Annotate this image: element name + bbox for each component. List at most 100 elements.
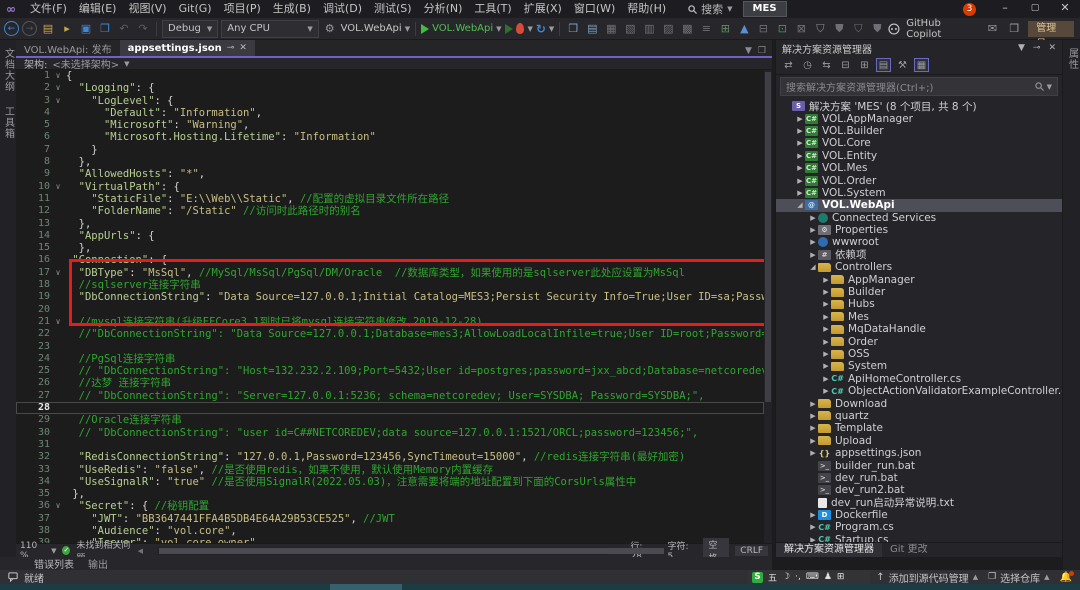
- expand-arrow-icon[interactable]: ▶: [821, 300, 831, 308]
- fold-chevron-icon[interactable]: ∨: [50, 267, 66, 279]
- close-button[interactable]: ✕: [1050, 0, 1080, 18]
- code-line-29[interactable]: 29 //Oracle连接字符串: [16, 414, 764, 426]
- code-line-9[interactable]: 9 "AllowedHosts": "*",: [16, 168, 764, 180]
- close-panel-icon[interactable]: ✕: [1048, 43, 1056, 53]
- code-line-16[interactable]: 16 "Connection": {: [16, 254, 764, 266]
- expand-arrow-icon[interactable]: ◢: [808, 263, 818, 271]
- expand-arrow-icon[interactable]: ▶: [821, 375, 831, 383]
- code-line-2[interactable]: 2∨ "Logging": {: [16, 82, 764, 94]
- code-line-26[interactable]: 26 //达梦 连接字符串: [16, 377, 764, 389]
- code-line-17[interactable]: 17∨ "DBType": "MsSql", //MySql/MsSql/PgS…: [16, 267, 764, 279]
- moon-icon[interactable]: ☽: [782, 572, 790, 582]
- code-line-13[interactable]: 13 },: [16, 218, 764, 230]
- code-line-19[interactable]: 19 "DbConnectionString": "Data Source=12…: [16, 291, 764, 303]
- collapse-all-icon[interactable]: ⊟: [838, 58, 853, 72]
- windows-taskbar[interactable]: [0, 584, 1080, 590]
- switch-views-icon[interactable]: ⇆: [819, 58, 834, 72]
- tree-item-template[interactable]: ▶Template: [776, 422, 1062, 434]
- taskbar-active-app[interactable]: [330, 584, 402, 590]
- feedback-icon[interactable]: [8, 572, 18, 582]
- expand-arrow-icon[interactable]: ▶: [808, 226, 818, 234]
- menu-item[interactable]: 视图(V): [122, 0, 172, 18]
- tree-item-mqdatahandle[interactable]: ▶MqDataHandle: [776, 323, 1062, 335]
- code-health-icon[interactable]: ✓: [62, 546, 70, 555]
- code-line-30[interactable]: 30 // "DbConnectionString": "user id=C##…: [16, 427, 764, 439]
- start-debugging-icon[interactable]: [421, 24, 429, 34]
- expand-arrow-icon[interactable]: ▶: [821, 288, 831, 296]
- tree-item-startup.cs[interactable]: ▶C#Startup.cs: [776, 534, 1062, 542]
- configuration-dropdown[interactable]: Debug ▼: [162, 20, 218, 38]
- tree-item-vol.appmanager[interactable]: ▶C#VOL.AppManager: [776, 112, 1062, 124]
- code-line-28[interactable]: 28: [16, 402, 764, 414]
- expand-arrow-icon[interactable]: ▶: [808, 424, 818, 432]
- expand-arrow-icon[interactable]: ▶: [795, 139, 805, 147]
- expand-arrow-icon[interactable]: ▶: [821, 338, 831, 346]
- code-line-10[interactable]: 10∨ "VirtualPath": {: [16, 181, 764, 193]
- navigate-forward-icon[interactable]: →: [22, 21, 37, 36]
- ime-mode-label[interactable]: 五: [768, 571, 777, 584]
- account-button[interactable]: 管理员: [1028, 21, 1074, 37]
- tree-item-builder[interactable]: ▶Builder: [776, 286, 1062, 298]
- hot-reload-icon[interactable]: [516, 23, 525, 34]
- tree-item-order[interactable]: ▶Order: [776, 335, 1062, 347]
- startup-project-label[interactable]: VOL.WebApi: [341, 23, 402, 34]
- menu-item[interactable]: 扩展(X): [518, 0, 568, 18]
- menu-item[interactable]: 工具(T): [468, 0, 517, 18]
- minimize-button[interactable]: –: [990, 0, 1020, 18]
- solution-search-input[interactable]: 搜索解决方案资源管理器(Ctrl+;) ▼: [780, 77, 1058, 96]
- expand-arrow-icon[interactable]: ▶: [808, 511, 818, 519]
- code-line-37[interactable]: 37 "JWT": "BB3647441FFA4B5DB4E64A29B53CE…: [16, 513, 764, 525]
- tree-item-controllers[interactable]: ◢Controllers: [776, 261, 1062, 273]
- code-line-21[interactable]: 21∨ //mysql连接字符串(升级EFCore3.1到时已将mysql连接字…: [16, 316, 764, 328]
- code-line-31[interactable]: 31: [16, 439, 764, 451]
- menu-item[interactable]: 项目(P): [218, 0, 267, 18]
- expand-arrow-icon[interactable]: ▶: [808, 523, 818, 531]
- code-line-18[interactable]: 18 //sqlserver连接字符串: [16, 279, 764, 291]
- maximize-button[interactable]: ▢: [1020, 0, 1050, 18]
- tree-item-mes[interactable]: ▶Mes: [776, 311, 1062, 323]
- code-line-27[interactable]: 27 // "DbConnectionString": "Server=127.…: [16, 390, 764, 402]
- cursor-icon[interactable]: ▲: [736, 21, 752, 37]
- undo-icon[interactable]: ↶: [116, 21, 132, 37]
- editor-horizontal-scrollbar[interactable]: [157, 547, 609, 555]
- tree-item-vol.entity[interactable]: ▶C#VOL.Entity: [776, 150, 1062, 162]
- expand-arrow-icon[interactable]: ▶: [808, 449, 818, 457]
- expand-arrow-icon[interactable]: ▶: [808, 400, 818, 408]
- pending-changes-filter-icon[interactable]: ◷: [800, 58, 815, 72]
- run-project-label[interactable]: VOL.WebApi: [432, 23, 493, 34]
- save-all-icon[interactable]: ❒: [97, 21, 113, 37]
- tree-item-oss[interactable]: ▶OSS: [776, 348, 1062, 360]
- send-feedback-icon[interactable]: ✉: [985, 21, 1001, 37]
- person-icon[interactable]: ♟: [824, 572, 832, 582]
- code-line-11[interactable]: 11 "StaticFile": "E:\\Web\\Static", //配置…: [16, 193, 764, 205]
- dock-tab-document-outline[interactable]: 文档大纲: [1, 48, 16, 92]
- code-line-14[interactable]: 14 "AppUrls": {: [16, 230, 764, 242]
- tree-item-vol.system[interactable]: ▶C#VOL.System: [776, 187, 1062, 199]
- code-line-5[interactable]: 5 "Microsoft": "Warning",: [16, 119, 764, 131]
- preview-selected-items-icon[interactable]: ▦: [914, 58, 929, 72]
- code-line-1[interactable]: 1∨{: [16, 70, 764, 82]
- editor-vertical-scrollbar-thumb[interactable]: [765, 72, 771, 402]
- line-indent-icon[interactable]: ≡: [698, 21, 714, 37]
- tree-item-dev-run.bat[interactable]: >_dev_run.bat: [776, 472, 1062, 484]
- dock-tab-properties[interactable]: 属性: [1065, 48, 1080, 70]
- step-over-icon[interactable]: ▥: [641, 21, 657, 37]
- menu-item[interactable]: 测试(S): [368, 0, 418, 18]
- expand-arrow-icon[interactable]: ▶: [821, 276, 831, 284]
- fold-chevron-icon[interactable]: ∨: [50, 181, 66, 193]
- tab-solution-explorer[interactable]: 解决方案资源管理器: [776, 543, 882, 557]
- dock-tab-toolbox[interactable]: 工具箱: [1, 106, 16, 139]
- properties-icon[interactable]: ⊞: [857, 58, 872, 72]
- tree-item-appsettings.json[interactable]: ▶{}appsettings.json: [776, 447, 1062, 459]
- tree-item-quartz[interactable]: ▶quartz: [776, 410, 1062, 422]
- tree-item-builder-run.bat[interactable]: >_builder_run.bat: [776, 459, 1062, 471]
- navigate-back-icon[interactable]: ←: [4, 21, 19, 36]
- expand-arrow-icon[interactable]: ▶: [795, 152, 805, 160]
- tree-item-wwwroot[interactable]: ▶wwwroot: [776, 236, 1062, 248]
- fold-chevron-icon[interactable]: ∨: [50, 70, 66, 82]
- pin-icon[interactable]: ⊸: [227, 43, 235, 53]
- refresh-icon[interactable]: ↻: [536, 22, 546, 36]
- select-repository-button[interactable]: ❒ 选择仓库 ▲: [988, 570, 1049, 585]
- redo-icon[interactable]: ↷: [135, 21, 151, 37]
- tree-item-connected-services[interactable]: ▶Connected Services: [776, 212, 1062, 224]
